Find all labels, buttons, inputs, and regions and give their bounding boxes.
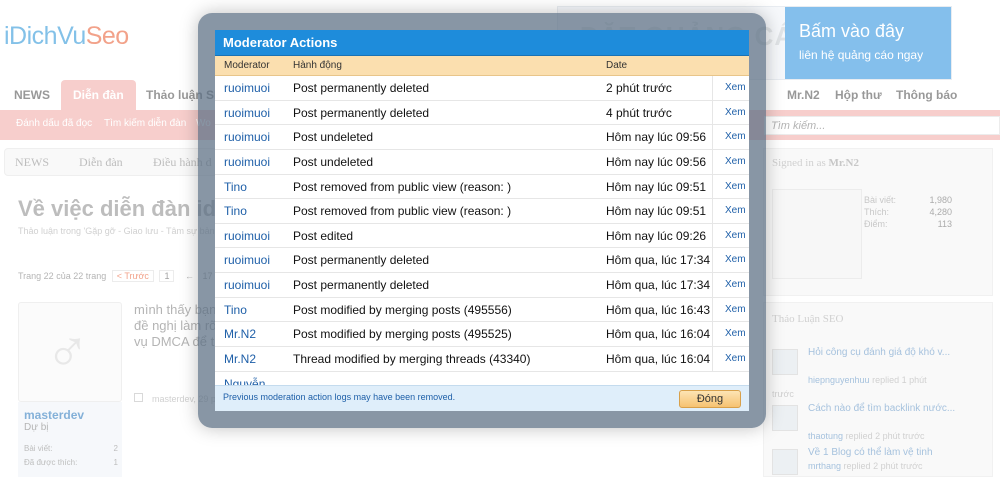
table-row: Mr.N2 Thread modified by merging threads … (215, 347, 749, 372)
table-row: Nguyễn (215, 372, 749, 386)
row-view-link[interactable]: Xem (725, 353, 746, 364)
row-action: Post undeleted (293, 130, 374, 145)
table-row: ruoimuoi Post permanently deleted Hôm qua,… (215, 273, 749, 298)
table-row: ruoimuoi Post undeleted Hôm nay lúc 09:56 X… (215, 125, 749, 150)
row-moderator-link[interactable]: Mr.N2 (224, 327, 256, 341)
row-view-link[interactable]: Xem (725, 254, 746, 265)
row-date: 2 phút trước (606, 81, 672, 95)
row-view-link[interactable]: Xem (725, 328, 746, 339)
dialog-footer: Previous moderation action logs may have… (215, 385, 749, 411)
table-row: ruoimuoi Post permanently deleted 4 phút t… (215, 100, 749, 126)
row-view-link[interactable]: Xem (725, 205, 746, 216)
column-date: Date (606, 60, 628, 71)
row-view-link[interactable]: Xem (725, 304, 746, 315)
row-action: Post permanently deleted (293, 278, 430, 293)
modal-frame: Moderator Actions Moderator Hành động Da… (198, 13, 766, 428)
table-row: ruoimuoi Post edited Hôm nay lúc 09:26 Xem (215, 223, 749, 249)
row-view-link[interactable]: Xem (725, 82, 746, 93)
row-moderator-link[interactable]: ruoimuoi (224, 130, 270, 144)
row-action: Post modified by merging posts (495525) (293, 327, 512, 342)
row-moderator-link[interactable]: ruoimuoi (224, 229, 270, 243)
moderation-log-table[interactable]: ruoimuoi Post permanently deleted 2 phút t… (215, 76, 749, 386)
dialog-title: Moderator Actions (215, 30, 749, 56)
row-date: Hôm nay lúc 09:56 (606, 130, 707, 145)
row-moderator-link[interactable]: Mr.N2 (224, 352, 256, 366)
row-action: Post permanently deleted (293, 253, 430, 268)
row-date: Hôm qua, lúc 16:04 (606, 352, 711, 367)
footer-note: Previous moderation action logs may have… (223, 392, 456, 402)
table-row: Mr.N2 Post modified by merging posts (495… (215, 322, 749, 348)
table-row: ruoimuoi Post permanently deleted Hôm qua,… (215, 248, 749, 274)
row-date: Hôm qua, lúc 17:34 (606, 253, 711, 268)
table-row: ruoimuoi Post permanently deleted 2 phút t… (215, 76, 749, 101)
table-row: Tino Post modified by merging posts (4955… (215, 297, 749, 323)
row-moderator-link[interactable]: Tino (224, 204, 247, 218)
row-moderator-link[interactable]: Tino (224, 180, 247, 194)
row-moderator-link[interactable]: ruoimuoi (224, 106, 270, 120)
row-date: Hôm qua, lúc 16:43 (606, 302, 711, 317)
row-view-link[interactable]: Xem (725, 107, 746, 118)
row-action: Post undeleted (293, 154, 374, 169)
table-header: Moderator Hành động Date (215, 56, 749, 76)
row-view-link[interactable]: Xem (725, 131, 746, 142)
close-button[interactable]: Đóng (679, 390, 741, 408)
row-moderator-link[interactable]: Tino (224, 303, 247, 317)
moderator-actions-dialog: Moderator Actions Moderator Hành động Da… (215, 30, 749, 411)
row-view-link[interactable]: Xem (725, 181, 746, 192)
row-moderator-link[interactable]: ruoimuoi (224, 155, 270, 169)
row-action: Post edited (293, 228, 354, 243)
row-view-link[interactable]: Xem (725, 230, 746, 241)
column-action: Hành động (293, 60, 342, 71)
row-date: Hôm nay lúc 09:56 (606, 154, 707, 169)
row-moderator-link[interactable]: ruoimuoi (224, 81, 270, 95)
row-date: Hôm qua, lúc 17:34 (606, 278, 711, 293)
row-moderator-link[interactable]: ruoimuoi (224, 253, 270, 267)
row-view-link[interactable]: Xem (725, 156, 746, 167)
row-action: Post permanently deleted (293, 105, 430, 120)
row-view-link[interactable]: Xem (725, 279, 746, 290)
row-action: Post modified by merging posts (495556) (293, 302, 512, 317)
row-action: Thread modified by merging threads (4334… (293, 352, 531, 367)
row-date: Hôm nay lúc 09:51 (606, 204, 707, 219)
row-date: Hôm nay lúc 09:51 (606, 179, 707, 194)
row-date: Hôm nay lúc 09:26 (606, 228, 707, 243)
table-row: Tino Post removed from public view (reaso… (215, 174, 749, 200)
table-row: ruoimuoi Post undeleted Hôm nay lúc 09:56 X… (215, 149, 749, 175)
row-action: Post removed from public view (reason: ) (293, 179, 512, 194)
row-action: Post removed from public view (reason: ) (293, 204, 512, 219)
column-moderator: Moderator (224, 60, 270, 71)
row-date: 4 phút trước (606, 105, 672, 120)
table-row: Tino Post removed from public view (reaso… (215, 199, 749, 224)
row-date: Hôm qua, lúc 16:04 (606, 327, 711, 342)
row-moderator-link[interactable]: ruoimuoi (224, 278, 270, 292)
row-action: Post permanently deleted (293, 81, 430, 95)
